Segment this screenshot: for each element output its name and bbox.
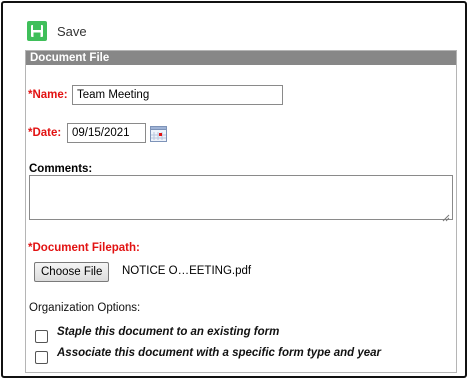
associate-form-type-checkbox[interactable] [35, 351, 48, 364]
name-label-text: Name: [32, 89, 68, 101]
comments-textarea[interactable] [29, 175, 453, 220]
document-file-panel: Document File *Name: *Date: Comments: [25, 50, 457, 373]
save-label: Save [57, 23, 87, 39]
date-input[interactable] [67, 123, 146, 143]
panel-title: Document File [26, 51, 456, 65]
filepath-label-text: Document Filepath: [32, 242, 140, 254]
save-icon [27, 21, 47, 41]
organization-options-label: Organization Options: [29, 302, 141, 314]
calendar-icon[interactable] [150, 125, 167, 142]
name-input[interactable] [72, 85, 283, 105]
date-label: *Date: [28, 127, 61, 139]
staple-document-checkbox[interactable] [35, 330, 48, 343]
save-button[interactable]: Save [27, 21, 87, 41]
selected-file-name: NOTICE O…EETING.pdf [122, 265, 252, 277]
name-label: *Name: [28, 89, 68, 101]
document-file-window: Save Document File *Name: *Date: Comment… [1, 1, 467, 378]
comments-label: Comments: [29, 163, 93, 175]
filepath-label: *Document Filepath: [28, 242, 140, 254]
associate-form-type-label: Associate this document with a specific … [57, 347, 382, 359]
date-label-text: Date: [32, 127, 62, 139]
resize-grip-icon[interactable] [442, 211, 450, 222]
choose-file-button[interactable]: Choose File [34, 262, 110, 282]
staple-document-label: Staple this document to an existing form [57, 326, 280, 338]
